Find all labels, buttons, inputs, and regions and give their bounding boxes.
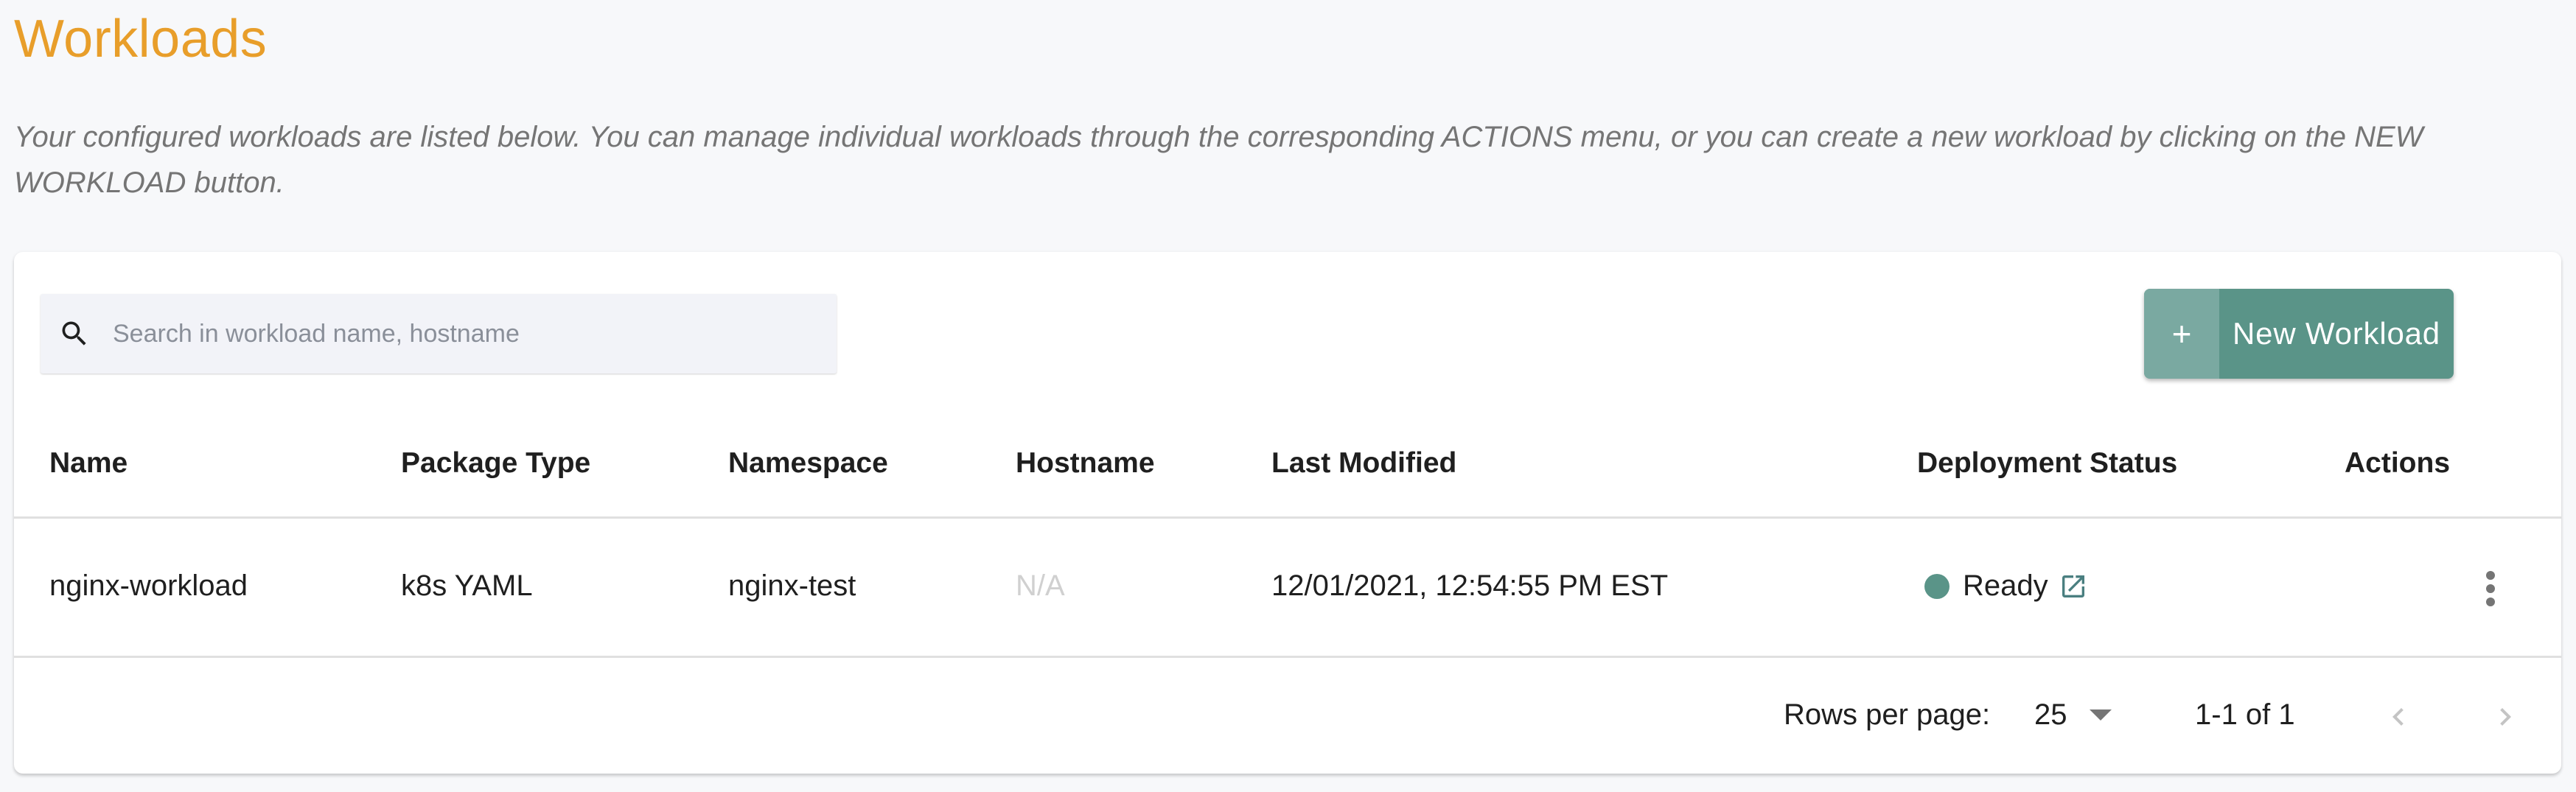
kebab-dot xyxy=(2486,597,2495,606)
column-header-name[interactable]: Name xyxy=(49,447,128,480)
plus-icon: + xyxy=(2144,289,2219,379)
page-description: Your configured workloads are listed bel… xyxy=(14,121,2423,199)
search-input[interactable] xyxy=(113,312,820,356)
deployment-status-cell: Ready xyxy=(1917,570,2088,603)
last-modified-cell: 12/01/2021, 12:54:55 PM EST xyxy=(1271,570,1669,602)
next-page-button[interactable] xyxy=(2483,695,2527,739)
column-header-actions: Actions xyxy=(2345,447,2451,479)
workloads-page: Workloads Your configured workloads are … xyxy=(0,0,2576,792)
page-title: Workloads xyxy=(14,10,268,69)
table-header: Name Package Type Namespace Hostname Las… xyxy=(14,407,2561,519)
status-badge: Ready xyxy=(1963,570,2048,602)
rows-per-page-value: 25 xyxy=(2034,698,2067,731)
rows-per-page-select[interactable]: 25 xyxy=(2034,698,2112,732)
workloads-card: + New Workload Name Package Type Namespa… xyxy=(14,252,2561,774)
new-workload-button[interactable]: + New Workload xyxy=(2144,289,2454,379)
table-row: nginx-workload k8s YAML nginx-test N/A 1… xyxy=(14,519,2561,658)
search-icon xyxy=(62,321,86,346)
page-range-label: 1-1 of 1 xyxy=(2195,698,2295,731)
workload-name-link[interactable]: nginx-workload xyxy=(49,570,248,603)
kebab-dot xyxy=(2486,584,2495,593)
more-vert-icon[interactable] xyxy=(2476,556,2505,622)
namespace-cell: nginx-test xyxy=(728,570,856,602)
chevron-right-icon xyxy=(2500,708,2511,726)
external-link-icon[interactable] xyxy=(2059,572,2088,601)
chevron-left-icon xyxy=(2392,708,2404,726)
prev-page-button[interactable] xyxy=(2376,695,2420,739)
column-header-deployment-status[interactable]: Deployment Status xyxy=(1917,447,2177,480)
column-header-hostname[interactable]: Hostname xyxy=(1016,447,1155,480)
rows-per-page-label: Rows per page: xyxy=(1784,698,1991,731)
caret-down-icon xyxy=(2089,709,2112,721)
kebab-dot xyxy=(2486,571,2495,580)
new-workload-label: New Workload xyxy=(2233,316,2440,351)
status-dot-icon xyxy=(1924,573,1950,599)
pagination: Rows per page: 25 1-1 of 1 xyxy=(14,658,2561,774)
column-header-namespace[interactable]: Namespace xyxy=(728,447,888,480)
search-box xyxy=(41,294,837,374)
package-type-cell: k8s YAML xyxy=(401,570,533,602)
hostname-cell: N/A xyxy=(1016,570,1065,602)
column-header-last-modified[interactable]: Last Modified xyxy=(1271,447,1456,480)
column-header-package-type[interactable]: Package Type xyxy=(401,447,590,480)
